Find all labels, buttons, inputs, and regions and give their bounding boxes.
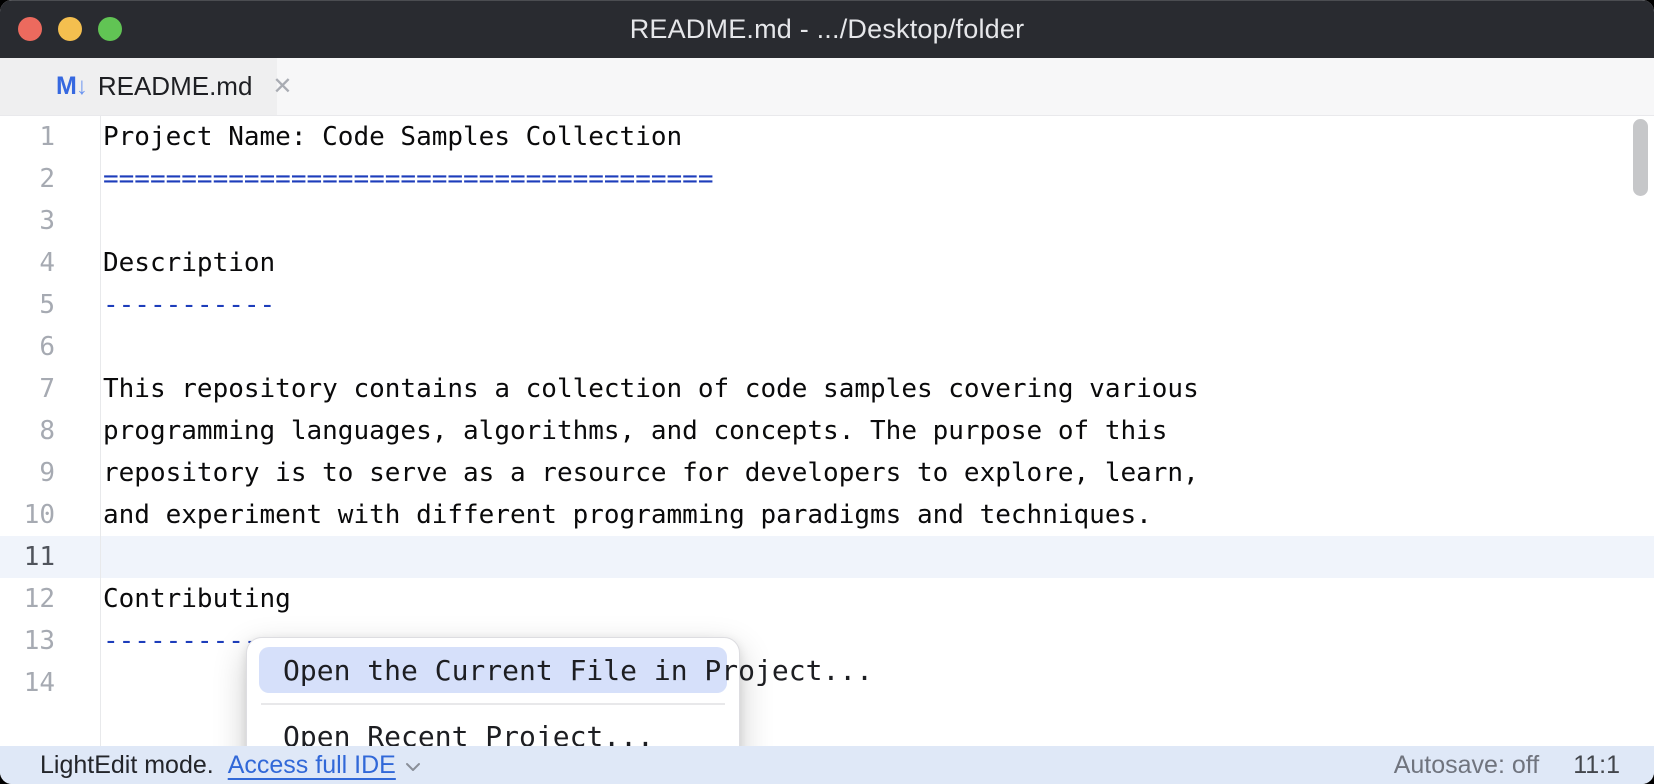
gutter-separator [100,116,101,746]
autosave-status: Autosave: off [1394,751,1539,780]
line-text[interactable]: Project Name: Code Samples Collection [55,116,682,158]
menu-item-label: Open the Current File in Project... [283,654,873,687]
line-number: 4 [0,242,55,284]
editor-line: 9 repository is to serve as a resource f… [0,452,1654,494]
line-number: 13 [0,620,55,662]
line-number: 9 [0,452,55,494]
window-title: README.md - .../Desktop/folder [0,0,1654,58]
line-number: 5 [0,284,55,326]
line-text[interactable]: and experiment with different programmin… [55,494,1152,536]
editor-line: 1 Project Name: Code Samples Collection [0,116,1654,158]
editor-line: 8 programming languages, algorithms, and… [0,410,1654,452]
line-text[interactable]: Contributing [55,578,291,620]
tab-readme[interactable]: M↓ README.md ✕ [0,58,277,115]
access-full-ide-link[interactable]: Access full IDE [228,751,421,780]
line-text[interactable] [55,536,103,578]
editor-line: 10 and experiment with different program… [0,494,1654,536]
app-window: README.md - .../Desktop/folder M↓ README… [0,0,1654,784]
line-text[interactable]: ----------- [55,284,275,326]
status-right: Autosave: off 11:1 [1394,751,1620,780]
editor[interactable]: 1 Project Name: Code Samples Collection … [0,116,1654,746]
status-bar: LightEdit mode. Access full IDE Autosave… [0,746,1654,784]
line-text[interactable]: programming languages, algorithms, and c… [55,410,1167,452]
line-number: 1 [0,116,55,158]
vertical-scrollbar-thumb[interactable] [1633,119,1648,196]
menu-item-open-recent-project[interactable]: Open Recent Project... [259,714,727,747]
editor-line: 4 Description [0,242,1654,284]
line-text[interactable]: This repository contains a collection of… [55,368,1199,410]
line-text[interactable]: repository is to serve as a resource for… [55,452,1199,494]
line-number: 3 [0,200,55,242]
chevron-down-icon [405,762,421,772]
line-number: 11 [0,536,55,578]
title-bar: README.md - .../Desktop/folder [0,0,1654,58]
line-number: 2 [0,158,55,200]
line-text[interactable] [55,662,103,704]
menu-separator [261,703,725,705]
line-number: 10 [0,494,55,536]
editor-line: 6 [0,326,1654,368]
tab-label: README.md [98,71,253,102]
line-text[interactable]: ======================================= [55,158,713,200]
editor-lines: 1 Project Name: Code Samples Collection … [0,116,1654,704]
editor-line: 7 This repository contains a collection … [0,368,1654,410]
editor-line: 3 [0,200,1654,242]
line-text[interactable] [55,326,103,368]
tab-bar: M↓ README.md ✕ [0,58,1654,116]
line-number: 14 [0,662,55,704]
line-text[interactable] [55,200,103,242]
lightedit-mode-label: LightEdit mode. [40,751,214,780]
editor-line: 5 ----------- [0,284,1654,326]
markdown-file-icon: M↓ [56,72,88,101]
editor-line: 2 ======================================… [0,158,1654,200]
line-number: 6 [0,326,55,368]
line-number: 8 [0,410,55,452]
context-menu: Open the Current File in Project... Open… [246,637,740,746]
caret-position[interactable]: 11:1 [1573,751,1620,780]
menu-item-label: Open Recent Project... [283,720,654,746]
line-number: 7 [0,368,55,410]
editor-line: 11 [0,536,1654,578]
tab-close-icon[interactable]: ✕ [272,75,292,99]
menu-item-open-current-file-in-project[interactable]: Open the Current File in Project... [259,647,727,693]
line-number: 12 [0,578,55,620]
status-left: LightEdit mode. Access full IDE [40,751,421,780]
editor-line: 12 Contributing [0,578,1654,620]
line-text[interactable]: Description [55,242,275,284]
